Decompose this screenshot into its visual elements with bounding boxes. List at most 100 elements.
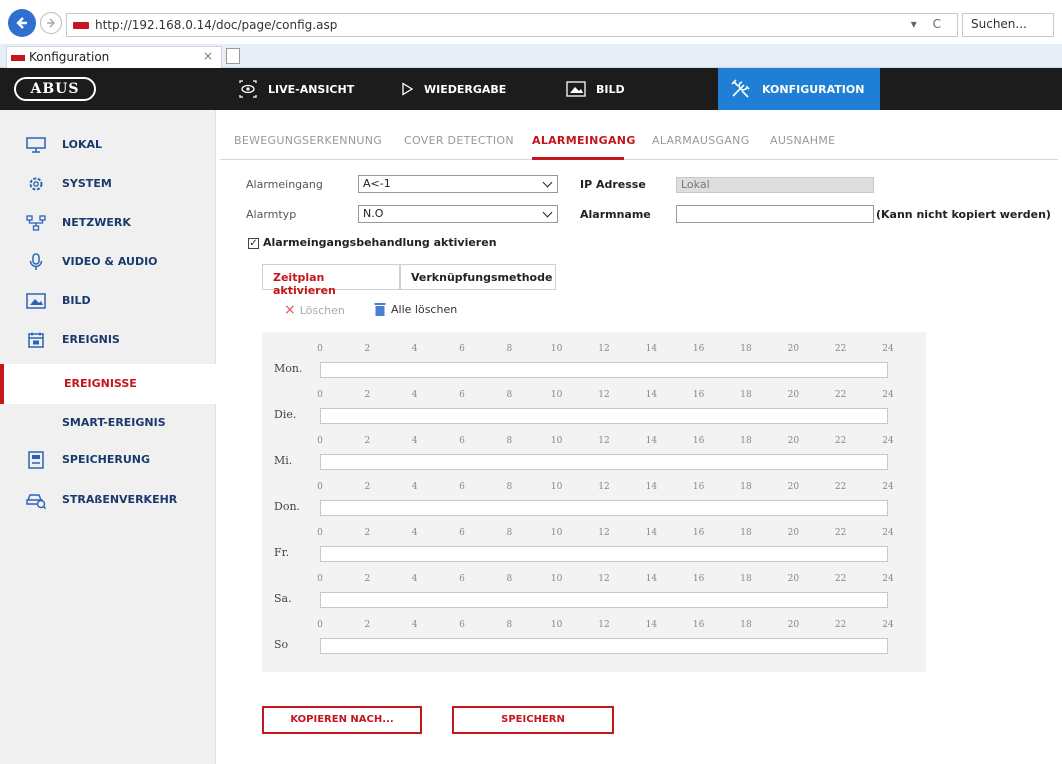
- sidebar-item-system[interactable]: SYSTEM: [0, 165, 216, 203]
- abus-favicon-icon: [11, 55, 25, 61]
- tab-schedule[interactable]: Zeitplan aktivieren: [262, 264, 400, 297]
- enable-alarm-handling-checkbox[interactable]: ✓: [248, 238, 259, 249]
- sidebar-item-label: EREIGNISSE: [64, 377, 137, 390]
- alarm-input-select[interactable]: A<-1: [358, 175, 558, 193]
- sidebar-item-strassenverkehr[interactable]: STRAßENVERKEHR: [0, 481, 216, 519]
- sidebar-item-smart-ereignis[interactable]: SMART-EREIGNIS: [0, 404, 216, 442]
- hour-tick-label: 12: [598, 574, 610, 584]
- subtab-exception[interactable]: AUSNAHME: [770, 134, 835, 147]
- abus-logo: ABUS: [14, 77, 96, 101]
- hour-tick-label: 24: [882, 528, 894, 538]
- arrow-right-icon: [47, 18, 56, 28]
- day-label: So: [274, 638, 289, 651]
- sidebar-item-speicherung[interactable]: SPEICHERUNG: [0, 441, 216, 479]
- subtab-cover-detection[interactable]: COVER DETECTION: [404, 134, 514, 147]
- abus-favicon-icon: [73, 22, 89, 29]
- save-button[interactable]: SPEICHERN: [452, 706, 614, 734]
- chevron-down-icon: [542, 177, 553, 188]
- app-header: ABUS LIVE-ANSICHT WIEDERGABE BILD KONFIG…: [0, 68, 1062, 110]
- nav-configuration[interactable]: KONFIGURATION: [718, 68, 880, 110]
- hour-tick-label: 18: [740, 390, 752, 400]
- subtab-motion-detection[interactable]: BEWEGUNGSERKENNUNG: [234, 134, 382, 147]
- hour-tick-label: 16: [692, 436, 705, 446]
- sidebar-item-netzwerk[interactable]: NETZWERK: [0, 204, 216, 242]
- hour-tick-label: 22: [834, 436, 847, 446]
- alarm-type-select[interactable]: N.O: [358, 205, 558, 223]
- sidebar-item-video-audio[interactable]: VIDEO & AUDIO: [0, 243, 216, 281]
- hour-tick-label: 4: [411, 574, 418, 584]
- hour-tick-label: 2: [364, 344, 371, 354]
- hour-tick-label: 12: [598, 390, 610, 400]
- day-timeline-bar[interactable]: [320, 592, 888, 608]
- hour-tick-label: 0: [317, 574, 323, 584]
- nav-image[interactable]: BILD: [566, 68, 706, 110]
- sidebar-item-lokal[interactable]: LOKAL: [0, 126, 216, 164]
- sidebar-item-ereignis[interactable]: EREIGNIS: [0, 321, 216, 359]
- tab-linkage-method[interactable]: Verknüpfungsmethode: [400, 264, 556, 290]
- hour-tick-label: 6: [459, 344, 465, 354]
- sidebar-item-label: SYSTEM: [62, 177, 112, 190]
- car-icon: [26, 491, 46, 509]
- hour-tick-label: 2: [364, 528, 371, 538]
- camera-eye-icon: [238, 80, 258, 98]
- day-timeline-bar[interactable]: [320, 408, 888, 424]
- hour-tick-label: 6: [459, 528, 465, 538]
- delete-label: Löschen: [299, 303, 345, 317]
- browser-address-row: http://192.168.0.14/doc/page/config.asp …: [0, 0, 1062, 44]
- hour-tick-label: 20: [787, 482, 800, 492]
- hour-tick-label: 10: [550, 574, 563, 584]
- day-label: Sa.: [274, 592, 292, 605]
- day-timeline-bar[interactable]: [320, 546, 888, 562]
- enable-alarm-handling-label: Alarmeingangsbehandlung aktivieren: [263, 236, 497, 249]
- hour-tick-label: 16: [692, 482, 705, 492]
- hour-tick-label: 14: [645, 344, 658, 354]
- browser-tab-row: Konfiguration ×: [0, 44, 1062, 68]
- subtab-alarm-input[interactable]: ALARMEINGANG: [532, 134, 636, 147]
- sidebar-item-bild[interactable]: BILD: [0, 282, 216, 320]
- alarm-name-note: (Kann nicht kopiert werden): [876, 208, 1051, 221]
- hour-tick-label: 24: [882, 482, 894, 492]
- hour-tick-label: 6: [459, 436, 465, 446]
- url-controls[interactable]: ▾ C: [911, 17, 947, 31]
- url-bar[interactable]: http://192.168.0.14/doc/page/config.asp …: [66, 13, 958, 37]
- close-tab-icon[interactable]: ×: [203, 49, 213, 63]
- image-icon: [566, 81, 586, 97]
- hour-tick-label: 2: [364, 390, 371, 400]
- day-timeline-bar[interactable]: [320, 454, 888, 470]
- hour-tick-label: 16: [692, 528, 705, 538]
- forward-button[interactable]: [40, 12, 62, 34]
- back-button[interactable]: [8, 9, 36, 37]
- play-icon: [400, 82, 414, 96]
- day-label: Die.: [274, 408, 297, 421]
- browser-tab[interactable]: Konfiguration ×: [6, 46, 222, 68]
- hour-tick-label: 0: [317, 436, 323, 446]
- copy-to-button[interactable]: KOPIEREN NACH...: [262, 706, 422, 734]
- active-subtab-indicator: [532, 157, 624, 160]
- hour-tick-label: 8: [506, 528, 513, 538]
- day-timeline-bar[interactable]: [320, 500, 888, 516]
- hour-tick-label: 10: [550, 436, 563, 446]
- hour-tick-label: 0: [317, 528, 323, 538]
- day-timeline-bar[interactable]: [320, 638, 888, 654]
- hour-tick-label: 18: [740, 344, 752, 354]
- hour-tick-label: 22: [834, 482, 847, 492]
- schedule-grid: Mon. 0 2 4 6 8 10 12 14 16 18 20 22 24 Die. 0 2 4 6 8 10 12 14…: [262, 332, 926, 672]
- hour-tick-label: 20: [787, 436, 800, 446]
- calendar-icon: [26, 331, 46, 349]
- day-label: Fr.: [274, 546, 290, 559]
- hour-tick-label: 2: [364, 574, 371, 584]
- new-tab-icon[interactable]: [226, 48, 240, 64]
- hour-tick-label: 22: [834, 344, 847, 354]
- delete-button[interactable]: × Löschen: [284, 302, 345, 318]
- hour-tick-label: 12: [598, 344, 610, 354]
- day-timeline-bar[interactable]: [320, 362, 888, 378]
- browser-search-input[interactable]: Suchen...: [962, 13, 1054, 37]
- nav-playback[interactable]: WIEDERGABE: [400, 68, 548, 110]
- delete-all-button[interactable]: Alle löschen: [374, 302, 457, 316]
- sidebar-item-label: SPEICHERUNG: [62, 453, 151, 466]
- sidebar-item-ereignisse[interactable]: EREIGNISSE: [0, 364, 216, 404]
- alarm-name-input[interactable]: [676, 205, 874, 223]
- nav-live-view[interactable]: LIVE-ANSICHT: [232, 68, 380, 110]
- subtab-alarm-output[interactable]: ALARMAUSGANG: [652, 134, 750, 147]
- delete-x-icon: ×: [284, 302, 296, 318]
